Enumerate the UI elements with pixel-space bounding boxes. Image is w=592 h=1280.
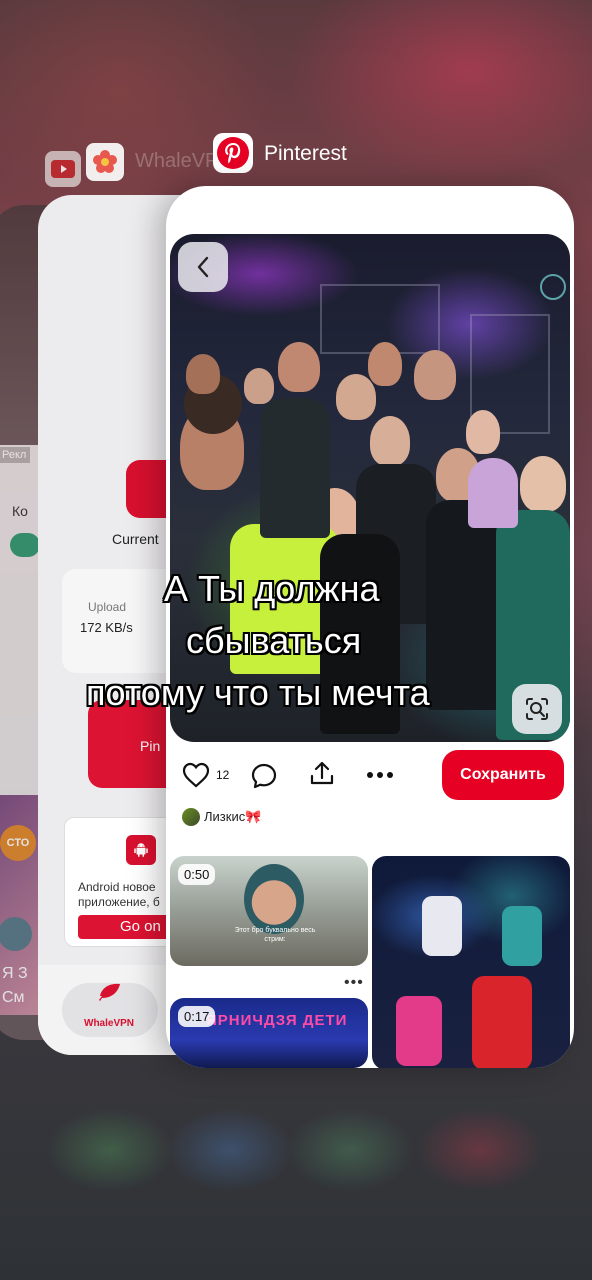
person — [336, 374, 376, 420]
hoodie — [260, 398, 330, 538]
person — [370, 416, 410, 466]
upload-label: Upload — [88, 600, 127, 614]
person — [278, 342, 320, 392]
ping-button-label: Pin — [140, 738, 161, 754]
ad-text: Ко — [12, 503, 28, 519]
stage-ring — [540, 274, 566, 300]
person — [186, 354, 220, 394]
author-name: Лизкис🎀 — [204, 809, 262, 824]
share-icon — [310, 761, 334, 785]
ad-green-pill — [10, 533, 40, 557]
more-dots-icon — [367, 772, 393, 778]
back-button[interactable] — [178, 242, 228, 292]
person-red-shirt — [472, 976, 532, 1068]
overlay-text-line3: потому что ты мечта — [86, 672, 430, 713]
pinterest-icon[interactable] — [213, 133, 253, 173]
like-button[interactable]: 12 — [182, 762, 229, 788]
video-duration: 0:50 — [178, 864, 216, 885]
person-pink-shirt — [396, 996, 442, 1066]
like-count: 12 — [216, 768, 230, 782]
person — [414, 350, 456, 400]
promo-text-line1: Android новое — [78, 880, 156, 894]
comment-icon — [251, 763, 277, 789]
person-teal-shirt — [502, 906, 542, 966]
person — [520, 456, 566, 512]
upload-value: 172 KB/s — [80, 620, 133, 635]
overlay-text-line1: А Ты должна — [164, 568, 380, 609]
flower-icon[interactable] — [86, 143, 124, 181]
pin-image[interactable] — [170, 234, 570, 742]
video-duration: 0:17 — [178, 1006, 216, 1027]
heart-icon — [182, 762, 210, 788]
share-button[interactable] — [308, 760, 336, 788]
leaf-icon — [98, 982, 122, 1007]
app-label-pinterest: Pinterest — [264, 142, 347, 165]
current-label: Current — [112, 531, 159, 547]
related-pin-image[interactable] — [372, 856, 570, 1068]
related-pin-more-button[interactable]: ••• — [344, 974, 364, 992]
visual-search-button[interactable] — [512, 684, 562, 734]
previous-app-text-1: Я З — [2, 965, 28, 982]
ad-tag: Рекл — [0, 447, 31, 463]
person — [368, 342, 402, 386]
tab-whalevpn-label: WhaleVPN — [84, 1018, 135, 1029]
video-caption: Этот бро буквально весь стрим: — [234, 927, 316, 943]
previous-app-text-2: См — [2, 989, 25, 1006]
pin-author[interactable]: Лизкис🎀 — [182, 808, 261, 826]
person — [244, 368, 274, 404]
person — [466, 410, 500, 454]
related-pin-video[interactable]: Этот бро буквально весь стрим: 0:50 — [170, 856, 368, 966]
pin-actions-bar: 12 Сохранить — [166, 748, 574, 804]
shirt — [468, 458, 518, 528]
neon-sign-text: ЯРНИЧДЗЯ ДЕТИ — [206, 1012, 348, 1029]
promo-text-line2: приложение, б — [78, 895, 160, 909]
sto-badge: СТО — [0, 825, 36, 861]
android-icon — [126, 835, 156, 865]
video-thumbnail-face — [244, 864, 304, 934]
tshirt — [426, 500, 506, 710]
more-options-button[interactable] — [366, 762, 394, 788]
chevron-left-icon — [197, 256, 209, 278]
avatar — [182, 808, 200, 826]
comment-button[interactable] — [250, 762, 278, 790]
related-pin-video[interactable]: ЯРНИЧДЗЯ ДЕТИ 0:17 — [170, 998, 368, 1068]
youtube-icon[interactable] — [45, 151, 81, 187]
save-button[interactable]: Сохранить — [442, 750, 564, 800]
overlay-text-line2: сбываться — [186, 620, 362, 661]
person-white-shirt — [422, 896, 462, 956]
lens-search-icon — [526, 698, 548, 720]
